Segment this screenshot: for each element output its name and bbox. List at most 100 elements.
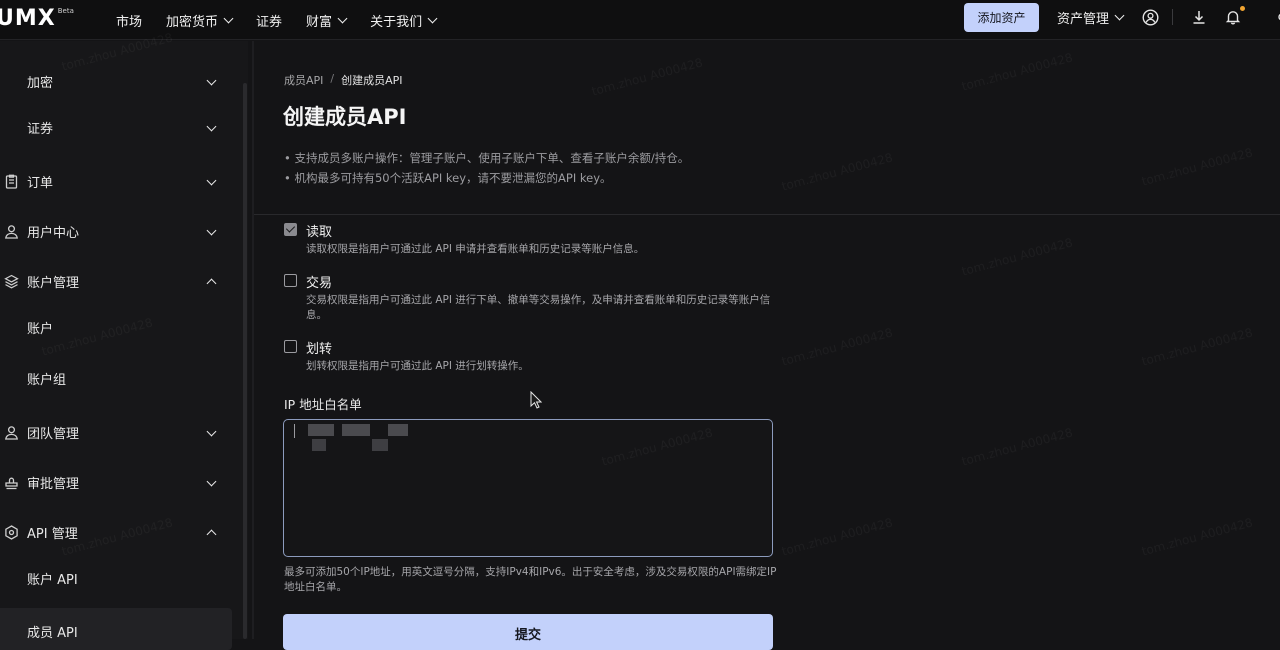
- nav-label: 加密货币: [166, 14, 219, 30]
- section-divider: [254, 214, 1280, 215]
- watermark: tom.zhou A000428: [590, 55, 704, 98]
- header-divider: [1172, 9, 1173, 25]
- read-checkbox[interactable]: [284, 223, 297, 236]
- asset-management-menu[interactable]: 资产管理: [1057, 0, 1125, 34]
- nav-item-market[interactable]: 市场: [116, 11, 142, 30]
- info-note: • 机构最多可持有50个活跃API key，请不要泄漏您的API key。: [284, 171, 612, 185]
- sidebar-item-member-api[interactable]: 成员 API: [0, 608, 232, 650]
- watermark: tom.zhou A000428: [1140, 325, 1254, 368]
- sidebar-item-user-center[interactable]: 用户中心: [0, 213, 232, 249]
- chevron-down-icon: [337, 13, 348, 23]
- chevron-down-icon: [206, 175, 217, 186]
- ip-whitelist-label: IP 地址白名单: [284, 397, 362, 412]
- layers-icon: [2, 272, 20, 290]
- notification-dot: [1240, 6, 1245, 11]
- watermark: tom.zhou A000428: [780, 325, 894, 368]
- sidebar-item-label: 团队管理: [27, 426, 80, 442]
- permission-description: 读取权限是指用户可通过此 API 申请并查看账单和历史记录等账户信息。: [306, 243, 645, 255]
- sidebar-item-label: 证券: [27, 121, 54, 137]
- sidebar-item-label: 订单: [27, 175, 54, 191]
- nav-item-crypto[interactable]: 加密货币: [166, 11, 234, 30]
- nav-label: 关于我们: [370, 14, 423, 30]
- chevron-down-icon: [206, 426, 217, 437]
- sidebar-item-label: 审批管理: [27, 476, 80, 492]
- permission-title[interactable]: 交易: [306, 272, 332, 291]
- beta-badge: Beta: [57, 7, 74, 15]
- trade-checkbox[interactable]: [284, 274, 297, 287]
- nav-item-about[interactable]: 关于我们: [370, 11, 438, 30]
- chevron-up-icon: [206, 529, 217, 540]
- api-icon: [2, 523, 20, 541]
- sidebar-item-label: 账户组: [27, 372, 67, 388]
- sidebar-item-accounts[interactable]: 账户: [0, 309, 232, 345]
- top-nav-bar: UMX Beta 市场 加密货币 证券 财富 关于我们 添加资产 资产管理: [0, 0, 1280, 40]
- mouse-cursor-icon: [530, 390, 543, 413]
- add-asset-button[interactable]: 添加资产: [964, 3, 1039, 32]
- chevron-down-icon: [206, 476, 217, 487]
- sidebar-item-label: 加密: [27, 75, 54, 91]
- breadcrumb-separator: /: [330, 72, 335, 85]
- info-notes: • 支持成员多账户操作：管理子账户、使用子账户下单、查看子账户余额/持仓。 • …: [284, 148, 689, 188]
- breadcrumb: 成员API / 创建成员API: [284, 72, 403, 88]
- main-nav: 市场 加密货币 证券 财富 关于我们: [116, 0, 460, 40]
- sidebar-item-label: 账户管理: [27, 275, 80, 291]
- submit-button[interactable]: 提交: [283, 614, 773, 650]
- sidebar-item-securities[interactable]: 证券: [0, 109, 232, 145]
- nav-label: 市场: [116, 14, 143, 30]
- breadcrumb-parent[interactable]: 成员API: [284, 72, 323, 88]
- chevron-down-icon: [223, 13, 234, 23]
- watermark: tom.zhou A000428: [1140, 515, 1254, 558]
- watermark: tom.zhou A000428: [780, 515, 894, 558]
- watermark: tom.zhou A000428: [1140, 145, 1254, 188]
- sidebar-item-account-management[interactable]: 账户管理: [0, 263, 232, 299]
- sidebar-item-account-api[interactable]: 账户 API: [0, 560, 232, 596]
- permission-description: 划转权限是指用户可通过此 API 进行划转操作。: [306, 360, 529, 372]
- chevron-down-icon: [206, 121, 217, 132]
- sidebar-item-account-groups[interactable]: 账户组: [0, 360, 232, 396]
- info-note: • 支持成员多账户操作：管理子账户、使用子账户下单、查看子账户余额/持仓。: [284, 151, 690, 165]
- chevron-down-icon: [206, 75, 217, 86]
- permission-title[interactable]: 划转: [306, 338, 332, 357]
- watermark: tom.zhou A000428: [960, 50, 1074, 93]
- sidebar-item-orders[interactable]: 订单: [0, 163, 232, 199]
- redacted-text: [342, 424, 370, 436]
- asset-management-label: 资产管理: [1057, 11, 1110, 27]
- sidebar-item-api-management[interactable]: API 管理: [0, 514, 232, 550]
- text-caret: [294, 424, 295, 438]
- watermark: tom.zhou A000428: [960, 425, 1074, 468]
- settings-icon[interactable]: [1268, 8, 1280, 26]
- sidebar-item-approval-management[interactable]: 审批管理: [0, 464, 232, 500]
- sidebar: 加密 证券 订单 用户中心 账户管理 账户 账户组 团队管理 审批管理 API …: [0, 41, 248, 650]
- download-icon[interactable]: [1190, 8, 1208, 26]
- sidebar-item-label: 成员 API: [27, 626, 78, 641]
- nav-item-wealth[interactable]: 财富: [306, 11, 348, 30]
- brand-logo[interactable]: UMX Beta: [0, 6, 74, 31]
- ip-whitelist-textarea[interactable]: [283, 419, 773, 557]
- sidebar-item-label: 用户中心: [27, 225, 80, 241]
- stamp-icon: [2, 473, 20, 491]
- sidebar-item-label: 账户 API: [27, 572, 78, 588]
- redacted-text: [308, 424, 334, 436]
- bell-icon[interactable]: [1224, 8, 1242, 26]
- redacted-text: [388, 424, 408, 436]
- sidebar-scrollbar[interactable]: [243, 83, 247, 639]
- nav-item-securities[interactable]: 证券: [256, 11, 282, 30]
- breadcrumb-current: 创建成员API: [341, 74, 403, 87]
- account-icon[interactable]: [1141, 8, 1159, 26]
- nav-label: 证券: [256, 14, 283, 30]
- sidebar-item-label: API 管理: [27, 526, 78, 542]
- nav-label: 财富: [306, 14, 333, 30]
- redacted-text: [312, 439, 326, 451]
- ip-whitelist-hint: 最多可添加50个IP地址，用英文逗号分隔，支持IPv4和IPv6。出于安全考虑，…: [284, 566, 777, 593]
- permission-title[interactable]: 读取: [306, 221, 332, 240]
- content-divider: [252, 41, 254, 639]
- clipboard-icon: [2, 172, 20, 190]
- sidebar-item-team-management[interactable]: 团队管理: [0, 414, 232, 450]
- sidebar-item-crypto[interactable]: 加密: [0, 63, 232, 99]
- chevron-up-icon: [206, 278, 217, 289]
- transfer-checkbox[interactable]: [284, 340, 297, 353]
- team-icon: [2, 423, 20, 441]
- permission-description: 交易权限是指用户可通过此 API 进行下单、撤单等交易操作，及申请并查看账单和历…: [306, 294, 771, 321]
- redacted-text: [372, 439, 388, 451]
- sidebar-item-label: 账户: [27, 321, 54, 337]
